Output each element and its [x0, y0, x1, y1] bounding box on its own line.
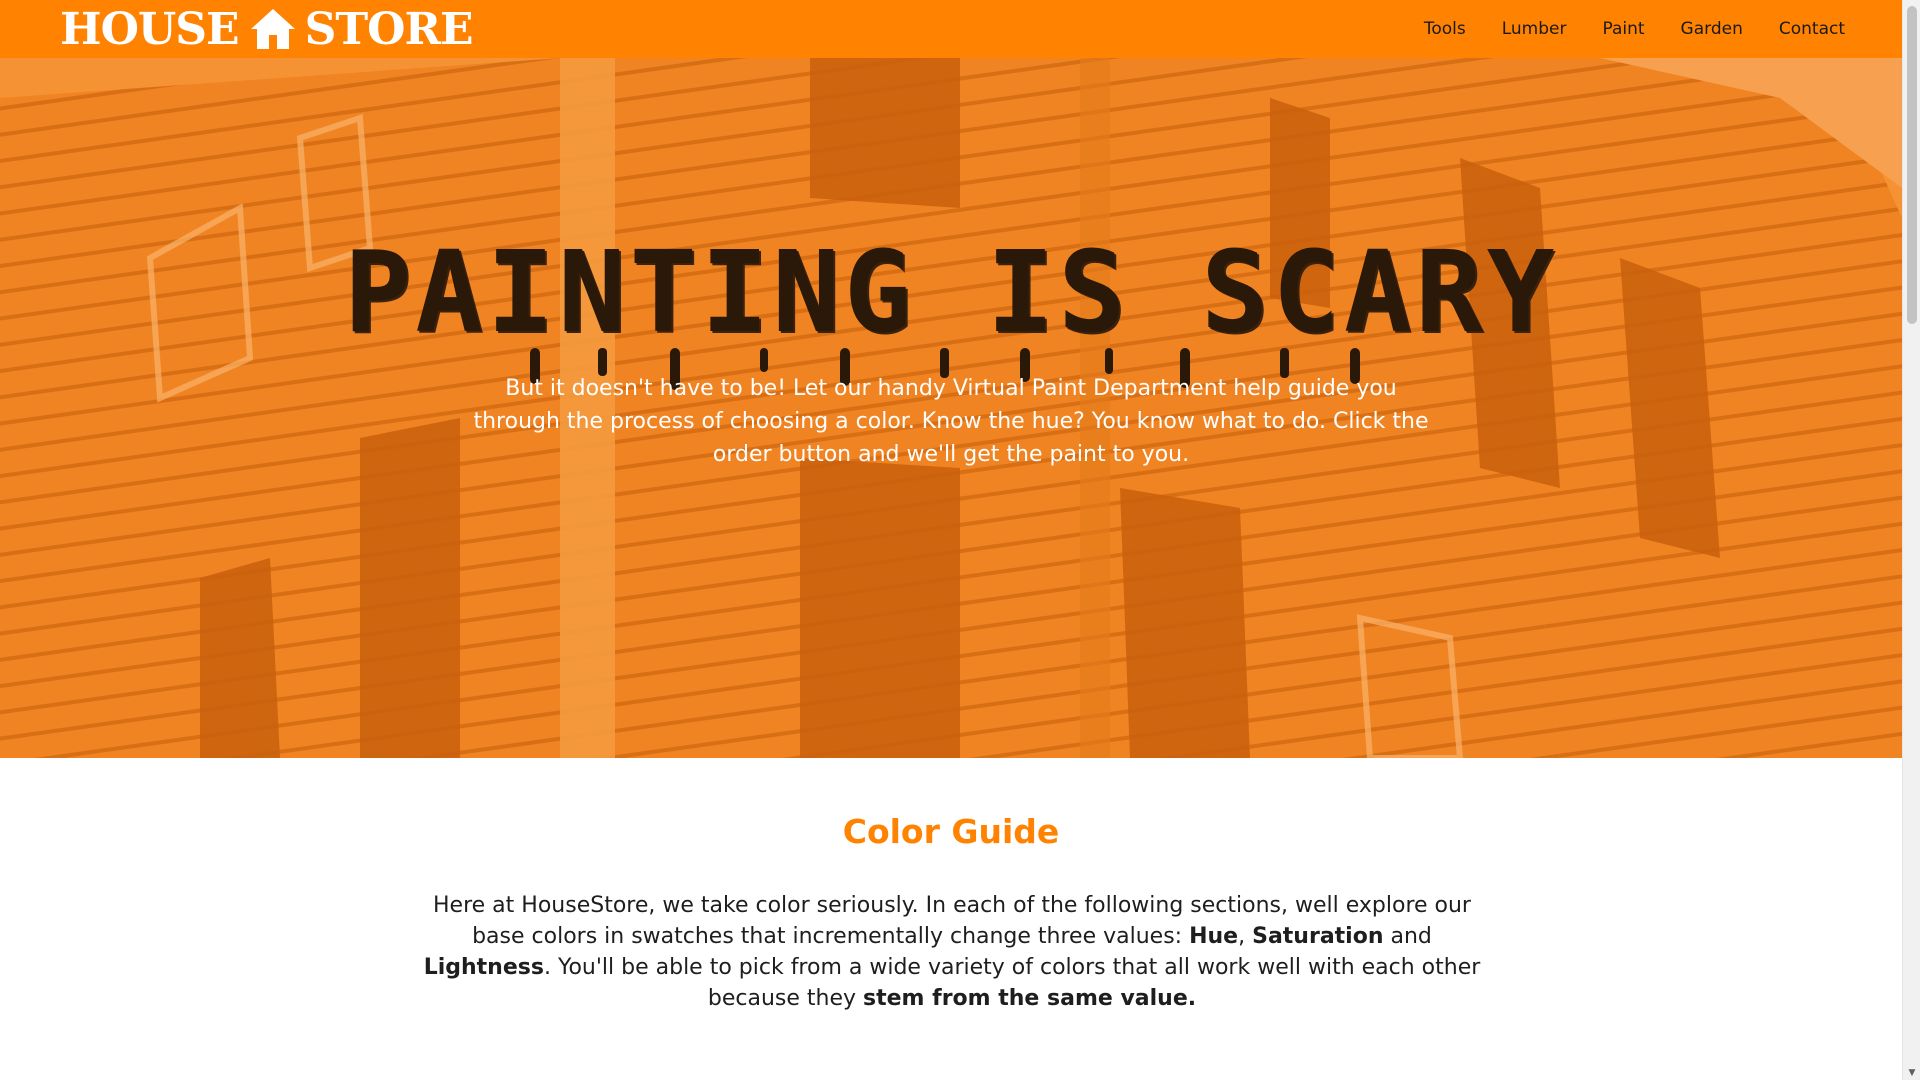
term-hue: Hue [1189, 924, 1239, 949]
term-lightness: Lightness [423, 955, 544, 980]
hero-title: PAINTING IS SCARY [343, 228, 1559, 358]
term-saturation: Saturation [1252, 924, 1384, 949]
scroll-down-arrow-icon[interactable]: ▼ [1903, 1066, 1920, 1080]
nav-link-contact[interactable]: Contact [1779, 19, 1845, 39]
scrollbar-thumb[interactable] [1907, 6, 1917, 324]
logo-text-store: STORE [304, 3, 474, 55]
guide-text-comma: , [1238, 924, 1253, 949]
guide-text-and: and [1383, 924, 1432, 949]
hero-description: But it doesn't have to be! Let our handy… [473, 376, 1429, 467]
color-guide-description: Here at HouseStore, we take color seriou… [415, 890, 1489, 1014]
nav-link-lumber[interactable]: Lumber [1502, 19, 1567, 39]
house-icon [250, 9, 295, 49]
vertical-scrollbar[interactable]: ▼ [1902, 0, 1920, 1080]
term-stem-from-same-value: stem from the same value. [863, 986, 1197, 1011]
section-title-color-guide: Color Guide [842, 812, 1060, 851]
nav-link-paint[interactable]: Paint [1602, 19, 1644, 39]
nav-link-garden[interactable]: Garden [1681, 19, 1743, 39]
nav-link-tools[interactable]: Tools [1424, 19, 1466, 39]
top-navigation-bar: HOUSE STORE Tools Lumber Paint Garden Co… [0, 0, 1902, 58]
hero-banner: PAINTING IS SCARY But it doesn't have to… [0, 58, 1902, 758]
store-logo[interactable]: HOUSE STORE [60, 3, 474, 55]
main-nav: Tools Lumber Paint Garden Contact [1388, 0, 1845, 58]
logo-text-house: HOUSE [60, 3, 240, 55]
